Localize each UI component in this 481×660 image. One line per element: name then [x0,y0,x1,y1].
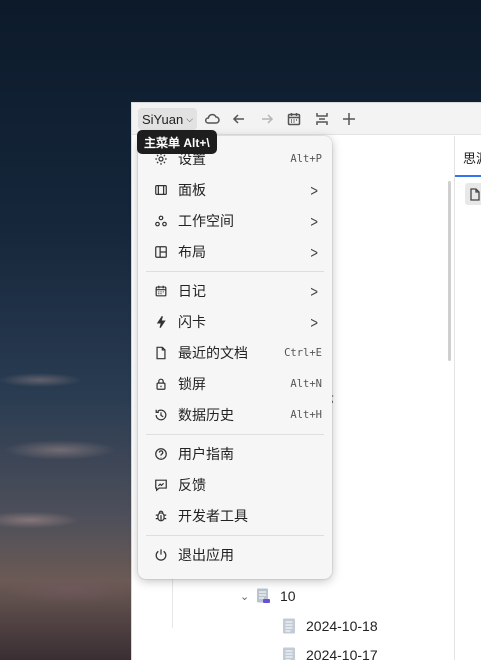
shortcut-label: Alt+H [290,409,322,421]
menu-item-devtools[interactable]: 开发者工具 [146,502,324,530]
tree-doc-label: 2024-10-17 [306,647,378,660]
menu-item-label: 最近的文档 [178,345,248,361]
menu-divider [146,535,324,536]
editor-pane: 思源 [454,136,481,660]
menu-item-layout[interactable]: 布局 > [146,238,324,266]
history-icon [153,407,169,423]
tree-doc-row[interactable]: 2024-10-18 [280,617,378,635]
tree-scrollbar[interactable] [448,181,451,361]
menu-item-label: 布局 [178,244,206,260]
tree-folder-label: 10 [280,588,296,604]
notebook-folder-icon [254,587,272,605]
lock-icon [153,376,169,392]
menu-item-label: 用户指南 [178,446,234,462]
feedback-icon [153,477,169,493]
tree-folder-row[interactable]: ⌄ 10 [240,587,296,605]
menu-item-label: 锁屏 [178,376,206,392]
bug-icon [153,508,169,524]
tree-doc-label: 2024-10-18 [306,618,378,634]
menu-item-workspace[interactable]: 工作空间 > [146,207,324,235]
menu-item-label: 开发者工具 [178,508,248,524]
menu-item-panel[interactable]: 面板 > [146,176,324,204]
chevron-right-icon: > [310,181,318,199]
power-icon [153,547,169,563]
shortcut-label: Alt+N [290,378,322,390]
menu-item-label: 面板 [178,182,206,198]
expand-icon[interactable] [312,109,332,129]
chevron-right-icon: > [310,212,318,230]
menu-divider [146,434,324,435]
chevron-right-icon: > [310,313,318,331]
document-icon [280,617,298,635]
shortcut-label: Ctrl+E [284,347,322,359]
brand-label: SiYuan [142,111,184,127]
forward-icon[interactable] [257,109,277,129]
document-icon[interactable] [465,183,481,205]
document-icon [153,345,169,361]
flash-icon [153,314,169,330]
chevron-right-icon: > [310,282,318,300]
layout-icon [153,244,169,260]
main-menu-tooltip: 主菜单 Alt+\ [137,130,217,154]
menu-item-lock-screen[interactable]: 锁屏 Alt+N [146,370,324,398]
menu-item-quit[interactable]: 退出应用 [146,541,324,569]
panel-icon [153,182,169,198]
wallpaper-clouds [0,330,140,660]
shortcut-label: Alt+P [290,153,322,165]
chevron-right-icon: > [310,243,318,261]
menu-divider [146,271,324,272]
menu-item-recent-docs[interactable]: 最近的文档 Ctrl+E [146,339,324,367]
menu-item-label: 工作空间 [178,213,234,229]
menu-item-data-history[interactable]: 数据历史 Alt+H [146,401,324,429]
active-tab-indicator [455,175,481,177]
menu-item-label: 反馈 [178,477,206,493]
calendar-icon[interactable] [284,109,304,129]
plus-icon[interactable] [339,109,359,129]
tab-siyuan[interactable]: 思源 [463,148,481,167]
back-icon[interactable] [229,109,249,129]
menu-item-label: 闪卡 [178,314,206,330]
menu-item-label: 数据历史 [178,407,234,423]
menu-item-label: 退出应用 [178,547,234,563]
calendar-icon [153,283,169,299]
help-icon [153,446,169,462]
chevron-down-icon: ⌵ [186,113,194,124]
menu-item-user-guide[interactable]: 用户指南 [146,440,324,468]
document-icon [280,646,298,660]
main-menu: 设置 Alt+P 面板 > 工作空间 > 布局 > 日记 > 闪卡 > 最近的文… [138,136,332,579]
menu-item-label: 日记 [178,283,206,299]
menu-item-feedback[interactable]: 反馈 [146,471,324,499]
menu-item-dailynote[interactable]: 日记 > [146,277,324,305]
workspace-icon [153,213,169,229]
chevron-down-icon[interactable]: ⌄ [240,590,254,603]
tree-doc-row[interactable]: 2024-10-17 [280,646,378,660]
main-menu-button[interactable]: SiYuan ⌵ [138,108,198,130]
menu-item-flashcard[interactable]: 闪卡 > [146,308,324,336]
cloud-sync-icon[interactable] [202,109,222,129]
